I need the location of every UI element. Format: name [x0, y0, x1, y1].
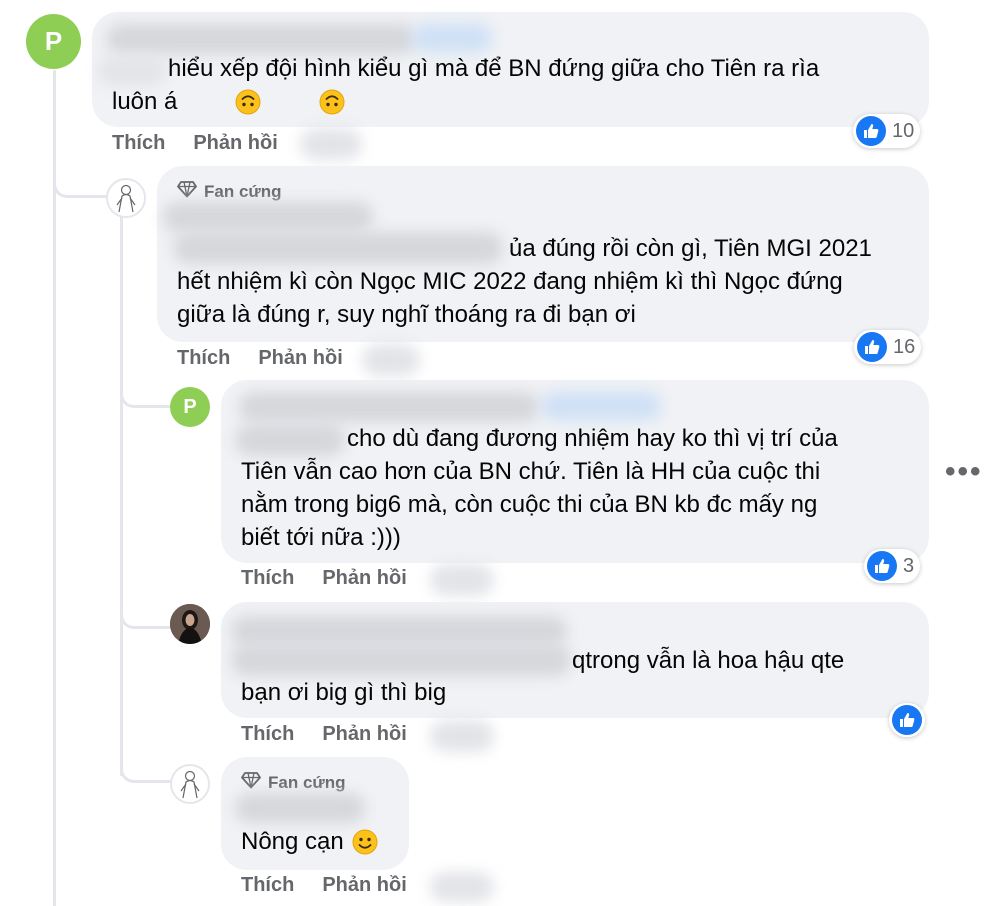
badge-label: Fan cứng	[204, 181, 282, 201]
line-art-avatar-icon	[116, 184, 136, 213]
comment-text: bạn ơi big gì thì big	[241, 679, 447, 706]
upside-down-face-emoji	[179, 89, 261, 124]
diamond-icon	[177, 180, 197, 203]
thread-line-main	[53, 70, 56, 906]
upside-down-face-emoji	[263, 89, 345, 124]
reply-button[interactable]: Phản hồi	[322, 874, 406, 897]
blurred-author-badge	[541, 392, 661, 420]
like-button[interactable]: Thích	[177, 347, 230, 370]
reply-button[interactable]: Phản hồi	[193, 132, 277, 155]
comment-text: hết nhiệm kì còn Ngọc MIC 2022 đang nhiệ…	[177, 268, 843, 328]
reply-button[interactable]: Phản hồi	[322, 567, 406, 590]
more-options-button[interactable]: •••	[945, 455, 983, 489]
reaction-count[interactable]: 3	[864, 549, 921, 583]
comment-actions: Thích Phản hồi	[241, 723, 407, 746]
comment-bubble: cho dù đang đương nhiệm hay ko thì vị tr…	[221, 380, 929, 563]
like-button[interactable]: Thích	[241, 723, 294, 746]
avatar[interactable]	[170, 764, 210, 804]
comment-actions: Thích Phản hồi	[177, 347, 343, 370]
blurred-author-name	[231, 616, 567, 646]
thread-branch-reply-2	[120, 365, 171, 408]
reaction-count[interactable]	[889, 703, 925, 737]
comment-text-line1: qtrong vẫn là hoa hậu qte	[572, 647, 845, 674]
top-fan-badge: Fan cứng	[177, 180, 281, 203]
blurred-author-name	[235, 793, 365, 823]
like-reaction-icon	[867, 551, 897, 581]
comment-text: Nông cạn	[241, 825, 378, 864]
thread-branch-reply-1	[53, 150, 108, 198]
comment-text: Tiên vẫn cao hơn của BN chứ. Tiên là HH …	[241, 458, 821, 551]
blurred-timestamp	[430, 564, 494, 596]
comment-text-line1: ủa đúng rồi còn gì, Tiên MGI 2021	[509, 235, 872, 262]
blurred-author-name	[106, 24, 416, 54]
blurred-timestamp	[430, 872, 494, 902]
reaction-count[interactable]: 10	[853, 114, 921, 148]
top-fan-badge: Fan cứng	[241, 771, 345, 794]
blurred-tag	[235, 424, 345, 456]
like-reaction-icon	[857, 332, 887, 362]
avatar[interactable]	[106, 178, 146, 218]
blurred-author-name	[239, 392, 539, 422]
comment-bubble: Fan cứng Nông cạn	[221, 757, 409, 870]
avatar-letter: P	[44, 26, 63, 56]
slightly-smiling-face-emoji	[352, 829, 378, 864]
blurred-tag	[173, 232, 503, 264]
diamond-icon	[241, 771, 261, 794]
like-button[interactable]: Thích	[241, 874, 294, 897]
avatar[interactable]: P	[26, 14, 81, 69]
blurred-timestamp	[300, 128, 362, 160]
avatar-letter: P	[183, 395, 197, 418]
comment-text: hiểu xếp đội hình kiểu gì mà để BN đứng …	[112, 52, 912, 124]
like-button[interactable]: Thích	[112, 132, 165, 155]
comment-text-line1: cho dù đang đương nhiệm hay ko thì vị tr…	[347, 425, 838, 452]
avatar[interactable]: P	[170, 387, 210, 427]
blurred-timestamp	[430, 720, 494, 752]
blurred-author-name	[163, 202, 373, 232]
blurred-tag	[231, 644, 571, 676]
comment-actions: Thích Phản hồi	[112, 132, 278, 155]
comment-bubble: hiểu xếp đội hình kiểu gì mà để BN đứng …	[92, 12, 929, 127]
thread-branch-reply-3	[120, 590, 171, 629]
like-reaction-icon	[856, 116, 886, 146]
like-reaction-icon	[892, 705, 922, 735]
comment-actions: Thích Phản hồi	[241, 874, 407, 897]
avatar[interactable]	[170, 604, 210, 644]
comment-bubble: Fan cứng ủa đúng rồi còn gì, Tiên MGI 20…	[157, 166, 929, 342]
blurred-author-badge	[412, 24, 492, 52]
like-button[interactable]: Thích	[241, 567, 294, 590]
badge-label: Fan cứng	[268, 772, 346, 792]
comment-bubble: qtrong vẫn là hoa hậu qte bạn ơi big gì …	[221, 602, 929, 718]
profile-photo	[170, 604, 210, 644]
comment-actions: Thích Phản hồi	[241, 567, 407, 590]
blurred-timestamp	[362, 344, 420, 376]
thread-branch-reply-4	[120, 740, 171, 783]
reply-button[interactable]: Phản hồi	[258, 347, 342, 370]
line-art-avatar-icon	[180, 770, 200, 799]
reply-button[interactable]: Phản hồi	[322, 723, 406, 746]
reaction-count[interactable]: 16	[854, 330, 922, 364]
thread-line-sub	[120, 216, 123, 776]
